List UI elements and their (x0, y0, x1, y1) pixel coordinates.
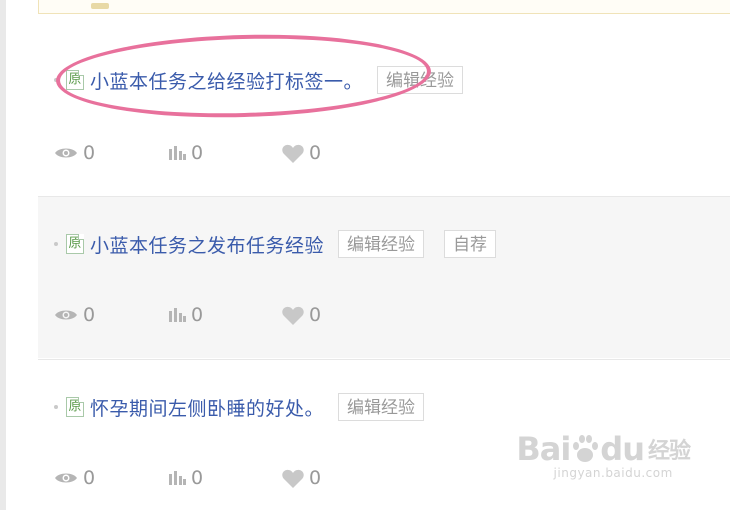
stats-row: 0 0 0 (54, 303, 396, 327)
previous-item-box (38, 0, 730, 14)
experience-title-link[interactable]: 怀孕期间左侧卧睡的好处。 (90, 394, 324, 421)
likes-count: 0 (309, 304, 322, 326)
bullet-icon (54, 405, 58, 409)
watermark-logo: Bai du 经验 (516, 430, 691, 468)
previous-item-icon (91, 3, 109, 9)
views-count: 0 (83, 142, 96, 164)
votes-stat: 0 (168, 467, 282, 489)
views-count: 0 (83, 467, 96, 489)
bar-chart-icon (169, 471, 186, 485)
edit-experience-button[interactable]: 编辑经验 (338, 393, 425, 421)
heart-icon (282, 306, 304, 325)
watermark-brand-left: Bai (516, 430, 571, 468)
bar-chart-icon (169, 308, 186, 322)
votes-count: 0 (191, 142, 204, 164)
title-row: 原 怀孕期间左侧卧睡的好处。 编辑经验 (54, 392, 425, 422)
views-stat: 0 (54, 467, 168, 489)
self-recommend-button[interactable]: 自荐 (444, 230, 497, 258)
stats-row: 0 0 0 (54, 141, 396, 165)
baidu-jingyan-watermark: Bai du 经验 jingyan.baidu.com (516, 430, 691, 480)
votes-stat: 0 (168, 304, 282, 326)
edit-experience-button[interactable]: 编辑经验 (338, 230, 425, 258)
title-row: 原 小蓝本任务之发布任务经验 编辑经验 自荐 (54, 229, 497, 259)
views-count: 0 (83, 304, 96, 326)
votes-count: 0 (191, 304, 204, 326)
watermark-brand-cn: 经验 (647, 439, 691, 464)
views-stat: 0 (54, 142, 168, 164)
likes-count: 0 (309, 142, 322, 164)
watermark-brand-right: du (600, 430, 645, 468)
original-doc-icon: 原 (66, 234, 84, 254)
likes-stat: 0 (282, 142, 396, 164)
heart-icon (282, 144, 304, 163)
stats-row: 0 0 0 (54, 466, 396, 490)
experience-title-link[interactable]: 小蓝本任务之发布任务经验 (90, 231, 324, 258)
bullet-icon (54, 242, 58, 246)
list-item: 原 小蓝本任务之发布任务经验 编辑经验 自荐 0 0 0 (38, 197, 730, 358)
original-doc-icon: 原 (66, 397, 84, 417)
paw-icon (573, 435, 599, 462)
left-border (0, 0, 6, 510)
likes-count: 0 (309, 467, 322, 489)
votes-stat: 0 (168, 142, 282, 164)
likes-stat: 0 (282, 467, 396, 489)
eye-icon (55, 310, 77, 320)
heart-icon (282, 469, 304, 488)
likes-stat: 0 (282, 304, 396, 326)
views-stat: 0 (54, 304, 168, 326)
eye-icon (55, 473, 77, 483)
bar-chart-icon (169, 146, 186, 160)
watermark-url: jingyan.baidu.com (553, 466, 673, 480)
eye-icon (55, 148, 77, 158)
votes-count: 0 (191, 467, 204, 489)
